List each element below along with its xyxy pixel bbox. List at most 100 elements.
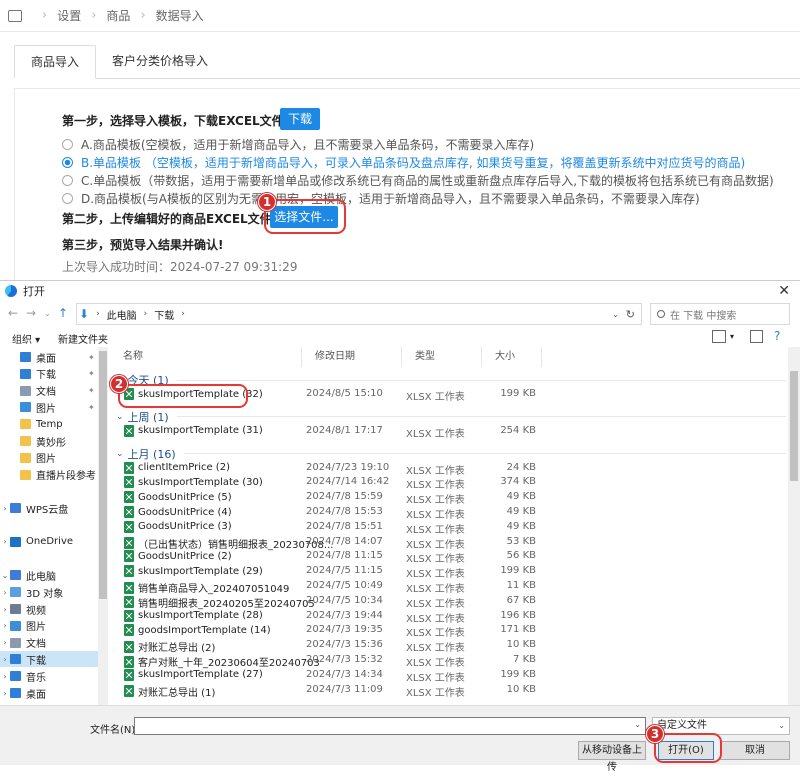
column-name[interactable]: 名称 — [110, 347, 302, 367]
expand-chevron-icon[interactable]: › — [0, 689, 10, 698]
expand-chevron-icon[interactable]: › — [0, 588, 10, 597]
radio-button[interactable] — [62, 193, 73, 204]
expand-chevron-icon[interactable]: ⌄ — [0, 571, 10, 580]
file-row[interactable]: GoodsUnitPrice (5)2024/7/8 15:59XLSX 工作表… — [110, 491, 788, 506]
nav-item[interactable]: 图片 — [0, 450, 108, 466]
nav-item-label: 桌面 — [36, 350, 56, 365]
file-row[interactable]: （已出售状态）销售明细报表_20230708...2024/7/8 14:07X… — [110, 536, 788, 551]
file-row[interactable]: skusImportTemplate (31)2024/8/1 17:17XLS… — [110, 425, 788, 440]
file-row[interactable]: skusImportTemplate (29)2024/7/5 11:15XLS… — [110, 565, 788, 580]
expand-chevron-icon[interactable]: › — [0, 605, 10, 614]
file-date: 2024/7/3 19:35 — [306, 624, 383, 635]
template-option[interactable]: B.单品模板 （空模板，适用于新增商品导入，可录入单品条码及盘点库存, 如果货号… — [62, 154, 745, 171]
mobile-upload-button[interactable]: 从移动设备上传 — [578, 741, 646, 760]
file-row[interactable]: skusImportTemplate (30)2024/7/14 16:42XL… — [110, 476, 788, 491]
file-row[interactable]: 销售明细报表_20240205至202407052024/7/5 10:34XL… — [110, 595, 788, 610]
expand-chevron-icon[interactable]: › — [0, 621, 10, 630]
column-date[interactable]: 修改日期 — [302, 347, 402, 367]
nav-scroll-thumb[interactable] — [99, 351, 107, 599]
nav-item[interactable]: 文档✦ — [0, 383, 108, 399]
list-scrollbar[interactable] — [788, 347, 800, 705]
radio-button[interactable] — [62, 157, 73, 168]
file-size: 374 KB — [486, 476, 536, 487]
file-row[interactable]: skusImportTemplate (28)2024/7/3 19:44XLS… — [110, 610, 788, 625]
address-segment-pc[interactable]: 此电脑 — [107, 307, 137, 322]
column-type[interactable]: 类型 — [402, 347, 482, 367]
address-bar[interactable]: ⬇ › 此电脑 › 下载 › ⌄ ↻ — [76, 303, 642, 325]
highlight-ring — [118, 384, 248, 408]
cancel-button[interactable]: 取消 — [720, 741, 790, 760]
collapse-chevron-icon[interactable]: ⌄ — [116, 412, 124, 422]
breadcrumb-item-import[interactable]: 数据导入 — [156, 7, 204, 24]
nav-item[interactable]: ⌄此电脑 — [0, 567, 108, 583]
file-row[interactable]: goodsImportTemplate (14)2024/7/3 19:35XL… — [110, 624, 788, 639]
filename-input[interactable]: ⌄ — [134, 717, 646, 735]
expand-chevron-icon[interactable]: › — [0, 655, 10, 664]
breadcrumb-item-goods[interactable]: 商品 — [106, 7, 130, 24]
back-arrow-icon[interactable]: ← — [8, 306, 18, 320]
file-row[interactable]: 销售单商品导入_2024070510492024/7/5 10:49XLSX 工… — [110, 580, 788, 595]
help-icon[interactable]: ? — [774, 329, 780, 343]
picture-icon — [10, 621, 21, 631]
radio-button[interactable] — [62, 175, 73, 186]
close-icon[interactable]: ✕ — [778, 283, 790, 299]
nav-scrollbar[interactable] — [98, 347, 108, 705]
nav-item[interactable]: 图片✦ — [0, 399, 108, 415]
chevron-down-icon[interactable]: ⌄ — [634, 720, 641, 729]
nav-item[interactable]: ›WPS云盘 — [0, 500, 108, 516]
breadcrumb-item-settings[interactable]: 设置 — [57, 7, 81, 24]
new-folder-button[interactable]: 新建文件夹 — [58, 331, 108, 346]
template-option[interactable]: A.商品模板(空模板，适用于新增商品导入，且不需要录入单品条码，不需要录入库存) — [62, 136, 534, 153]
file-row[interactable]: clientItemPrice (2)2024/7/23 19:10XLSX 工… — [110, 462, 788, 477]
file-row[interactable]: 客户对账_十年_20230604至202407032024/7/3 15:32X… — [110, 654, 788, 669]
recent-dropdown-icon[interactable]: ⌄ — [44, 309, 51, 318]
nav-item[interactable]: ›图片 — [0, 618, 108, 634]
collapse-chevron-icon[interactable]: ⌄ — [116, 449, 124, 459]
template-option[interactable]: C.单品模板（带数据，适用于需要新增单品或修改系统已有商品的属性或重新盘点库存后… — [62, 172, 774, 189]
file-row[interactable]: skusImportTemplate (27)2024/7/3 14:34XLS… — [110, 669, 788, 684]
nav-item[interactable]: ›文档 — [0, 635, 108, 651]
nav-item[interactable]: ›视频 — [0, 601, 108, 617]
view-options-icon[interactable] — [712, 330, 726, 343]
up-arrow-icon[interactable]: ↑ — [58, 306, 68, 320]
organize-menu[interactable]: 组织 ▾ — [12, 331, 40, 346]
nav-item[interactable]: ›下载 — [0, 651, 108, 667]
nav-item[interactable]: ›桌面 — [0, 685, 108, 701]
search-input[interactable]: 在 下载 中搜索 — [650, 303, 790, 325]
file-row[interactable]: 对账汇总导出 (1)2024/7/3 11:09XLSX 工作表10 KB — [110, 684, 788, 699]
expand-chevron-icon[interactable]: › — [0, 672, 10, 681]
column-size[interactable]: 大小 — [482, 347, 542, 367]
nav-item[interactable]: ›OneDrive — [0, 534, 108, 550]
template-option[interactable]: D.商品模板(与A模板的区别为无需启用宏，空模板，适用于新增商品导入，且不需要录… — [62, 190, 700, 207]
file-group-header[interactable]: ⌄上月 (16) — [116, 446, 786, 462]
nav-item[interactable]: 黄妙彤 — [0, 433, 108, 449]
expand-chevron-icon[interactable]: › — [0, 638, 10, 647]
refresh-icon[interactable]: ↻ — [626, 308, 635, 321]
download-button[interactable]: 下载 — [280, 108, 320, 130]
nav-item[interactable]: ›音乐 — [0, 668, 108, 684]
file-row[interactable]: 对账汇总导出 (2)2024/7/3 15:36XLSX 工作表10 KB — [110, 639, 788, 654]
address-segment-downloads[interactable]: 下载 — [154, 307, 174, 322]
file-row[interactable]: GoodsUnitPrice (2)2024/7/8 11:15XLSX 工作表… — [110, 550, 788, 565]
address-dropdown-icon[interactable]: ⌄ — [612, 310, 619, 319]
file-row[interactable]: GoodsUnitPrice (4)2024/7/8 15:53XLSX 工作表… — [110, 506, 788, 521]
expand-chevron-icon[interactable]: › — [0, 504, 10, 513]
nav-item[interactable]: 直播片段参考 — [0, 467, 108, 483]
file-name: （已出售状态）销售明细报表_20230708... — [138, 536, 333, 551]
list-scroll-thumb[interactable] — [790, 371, 798, 481]
tab-customer-price-import[interactable]: 客户分类价格导入 — [96, 45, 224, 79]
file-row[interactable]: GoodsUnitPrice (3)2024/7/8 15:51XLSX 工作表… — [110, 521, 788, 536]
file-group-header[interactable]: ⌄上周 (1) — [116, 409, 786, 425]
nav-item[interactable]: ›3D 对象 — [0, 584, 108, 600]
nav-item[interactable]: 下载✦ — [0, 366, 108, 382]
home-icon[interactable] — [8, 10, 22, 22]
forward-arrow-icon[interactable]: → — [26, 306, 36, 320]
view-dropdown-icon[interactable]: ▾ — [730, 332, 734, 341]
preview-pane-icon[interactable] — [750, 330, 763, 343]
tab-goods-import[interactable]: 商品导入 — [14, 45, 96, 79]
highlight-ring — [654, 733, 722, 763]
nav-item[interactable]: Temp — [0, 416, 108, 432]
radio-button[interactable] — [62, 139, 73, 150]
expand-chevron-icon[interactable]: › — [0, 537, 10, 546]
nav-item[interactable]: 桌面✦ — [0, 349, 108, 365]
